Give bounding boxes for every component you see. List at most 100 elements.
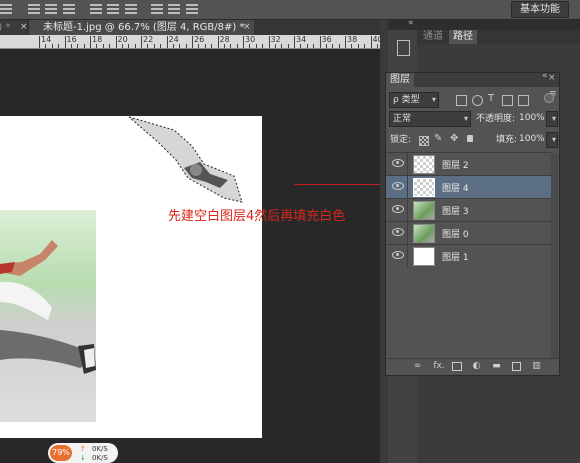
fill-field[interactable]: 100% bbox=[519, 132, 545, 146]
distribute-middle-icon[interactable] bbox=[107, 4, 119, 14]
layer-name: 图层 2 bbox=[442, 161, 469, 171]
collapse-arrows-icon[interactable]: « bbox=[542, 71, 548, 81]
cpu-percent: 79% bbox=[50, 445, 72, 461]
ruler-tick bbox=[364, 44, 366, 48]
workspace-select[interactable]: 基本功能 bbox=[511, 1, 569, 18]
adjustment-filter-icon[interactable] bbox=[472, 95, 483, 106]
fill-label: 填充: bbox=[496, 135, 518, 145]
layer-row[interactable]: 图层 3 bbox=[386, 198, 551, 221]
distribute-right-icon[interactable] bbox=[186, 4, 198, 14]
link-icon[interactable]: ∞ bbox=[413, 362, 422, 371]
fill-dropdown[interactable]: ▾ bbox=[546, 132, 558, 148]
eye-icon[interactable] bbox=[392, 228, 404, 236]
tab-paths[interactable]: 路径 bbox=[449, 30, 477, 44]
ruler-tick bbox=[147, 44, 149, 48]
layer-thumbnail bbox=[413, 201, 435, 220]
ruler-tick bbox=[51, 44, 53, 48]
layer-row[interactable]: 图层 0 bbox=[386, 221, 551, 244]
opacity-field[interactable]: 100% bbox=[519, 111, 545, 125]
opacity-dropdown[interactable]: ▾ bbox=[546, 111, 558, 127]
annotation-text: 先建空白图层4然后再填充白色 bbox=[168, 209, 346, 224]
layer-name: 图层 4 bbox=[442, 184, 469, 194]
ruler-tick bbox=[102, 44, 104, 48]
close-icon[interactable]: × bbox=[20, 20, 27, 35]
ruler-tick bbox=[255, 44, 257, 48]
ruler-tick bbox=[325, 44, 327, 48]
opacity-value: 100% bbox=[519, 113, 545, 123]
ruler-tick bbox=[192, 36, 193, 48]
layers-panel-footer: ∞ fx. ◐ ▬ ▥ bbox=[386, 358, 559, 375]
options-bar: 基本功能 bbox=[0, 0, 580, 20]
filter-toggle-icon[interactable] bbox=[544, 93, 554, 103]
lock-all-icon[interactable] bbox=[467, 135, 473, 142]
download-arrow-icon: ↓ bbox=[80, 454, 86, 462]
ruler-tick bbox=[357, 44, 359, 48]
layer-row[interactable]: 图层 1 bbox=[386, 244, 551, 267]
eye-icon[interactable] bbox=[392, 251, 404, 259]
collapse-arrows-icon[interactable]: « bbox=[408, 18, 414, 28]
smart-object-filter-icon[interactable] bbox=[518, 95, 529, 106]
trash-icon[interactable]: ▥ bbox=[532, 362, 541, 371]
layer-name: 图层 3 bbox=[442, 207, 469, 217]
lock-transparent-icon[interactable] bbox=[419, 136, 429, 146]
layer-filter-select[interactable]: ρ 类型 ▾ bbox=[389, 92, 439, 108]
type-filter-icon[interactable]: T bbox=[488, 93, 494, 104]
ruler-tick bbox=[179, 44, 181, 48]
document-tab-previous[interactable]: 8) * × bbox=[0, 20, 27, 35]
folder-icon[interactable]: ▬ bbox=[492, 362, 501, 371]
align-icon[interactable] bbox=[0, 4, 12, 14]
close-icon[interactable]: × bbox=[548, 73, 556, 83]
ruler-tick bbox=[90, 36, 91, 48]
lock-label: 锁定: bbox=[390, 135, 412, 145]
distribute-center-icon[interactable] bbox=[168, 4, 180, 14]
lock-pixels-icon[interactable]: ✎ bbox=[434, 133, 442, 144]
distribute-top-icon[interactable] bbox=[90, 4, 102, 14]
chevron-down-icon: ▾ bbox=[431, 95, 436, 104]
layer-thumbnail bbox=[413, 224, 435, 243]
ruler-tick bbox=[83, 44, 85, 48]
ruler-tick bbox=[166, 36, 168, 48]
blend-mode-label: 正常 bbox=[393, 114, 412, 124]
layer-row-selected[interactable]: 图层 4 bbox=[386, 175, 551, 198]
mask-icon[interactable] bbox=[452, 362, 462, 371]
pixel-filter-icon[interactable] bbox=[456, 95, 467, 106]
paths-panel-icon[interactable] bbox=[397, 40, 410, 56]
opacity-label: 不透明度: bbox=[476, 114, 516, 124]
blend-mode-select[interactable]: 正常 ▾ bbox=[389, 111, 471, 127]
eye-icon[interactable] bbox=[392, 159, 404, 167]
tab-layers[interactable]: 图层 bbox=[386, 73, 414, 87]
shape-filter-icon[interactable] bbox=[502, 95, 513, 106]
lock-position-icon[interactable]: ✥ bbox=[450, 133, 458, 144]
eye-icon[interactable] bbox=[392, 205, 404, 213]
document-tab-active[interactable]: 未标题-1.jpg @ 66.7% (图层 4, RGB/8#) * × bbox=[29, 20, 254, 35]
ruler-tick bbox=[300, 44, 302, 48]
ruler-tick bbox=[211, 44, 213, 48]
distribute-left-icon[interactable] bbox=[151, 4, 163, 14]
network-speed-badge: 79% 0K/S 0K/S ↑ ↓ bbox=[48, 443, 118, 463]
ruler-tick bbox=[262, 44, 264, 48]
ruler-tick bbox=[160, 44, 162, 48]
fx-icon[interactable]: fx. bbox=[432, 362, 446, 371]
eye-icon[interactable] bbox=[392, 182, 404, 190]
ruler-tick bbox=[141, 36, 142, 48]
align-middle-icon[interactable] bbox=[45, 4, 57, 14]
ruler-tick bbox=[313, 44, 315, 48]
align-top-icon[interactable] bbox=[28, 4, 40, 14]
horizontal-ruler: 1416182022242628303234363840 bbox=[0, 35, 380, 49]
tab-channels[interactable]: 通道 bbox=[423, 30, 443, 44]
paths-panel-tabs: 通道 路径 bbox=[417, 30, 580, 44]
close-icon[interactable]: × bbox=[243, 20, 251, 35]
panel-dock-header: « bbox=[388, 18, 580, 30]
layers-scrollbar[interactable] bbox=[551, 153, 558, 358]
ruler-tick bbox=[294, 36, 295, 48]
tab-label: 8) * bbox=[0, 22, 11, 33]
ruler-tick bbox=[39, 36, 40, 48]
new-layer-icon[interactable] bbox=[512, 362, 521, 371]
layer-thumbnail bbox=[413, 155, 435, 174]
adjustment-icon[interactable]: ◐ bbox=[472, 362, 481, 371]
layer-row[interactable]: 图层 2 bbox=[386, 152, 551, 175]
distribute-bottom-icon[interactable] bbox=[125, 4, 137, 14]
upload-speed: 0K/S bbox=[92, 445, 108, 453]
layers-panel-header: 图层 « × bbox=[386, 71, 559, 87]
align-bottom-icon[interactable] bbox=[63, 4, 75, 14]
